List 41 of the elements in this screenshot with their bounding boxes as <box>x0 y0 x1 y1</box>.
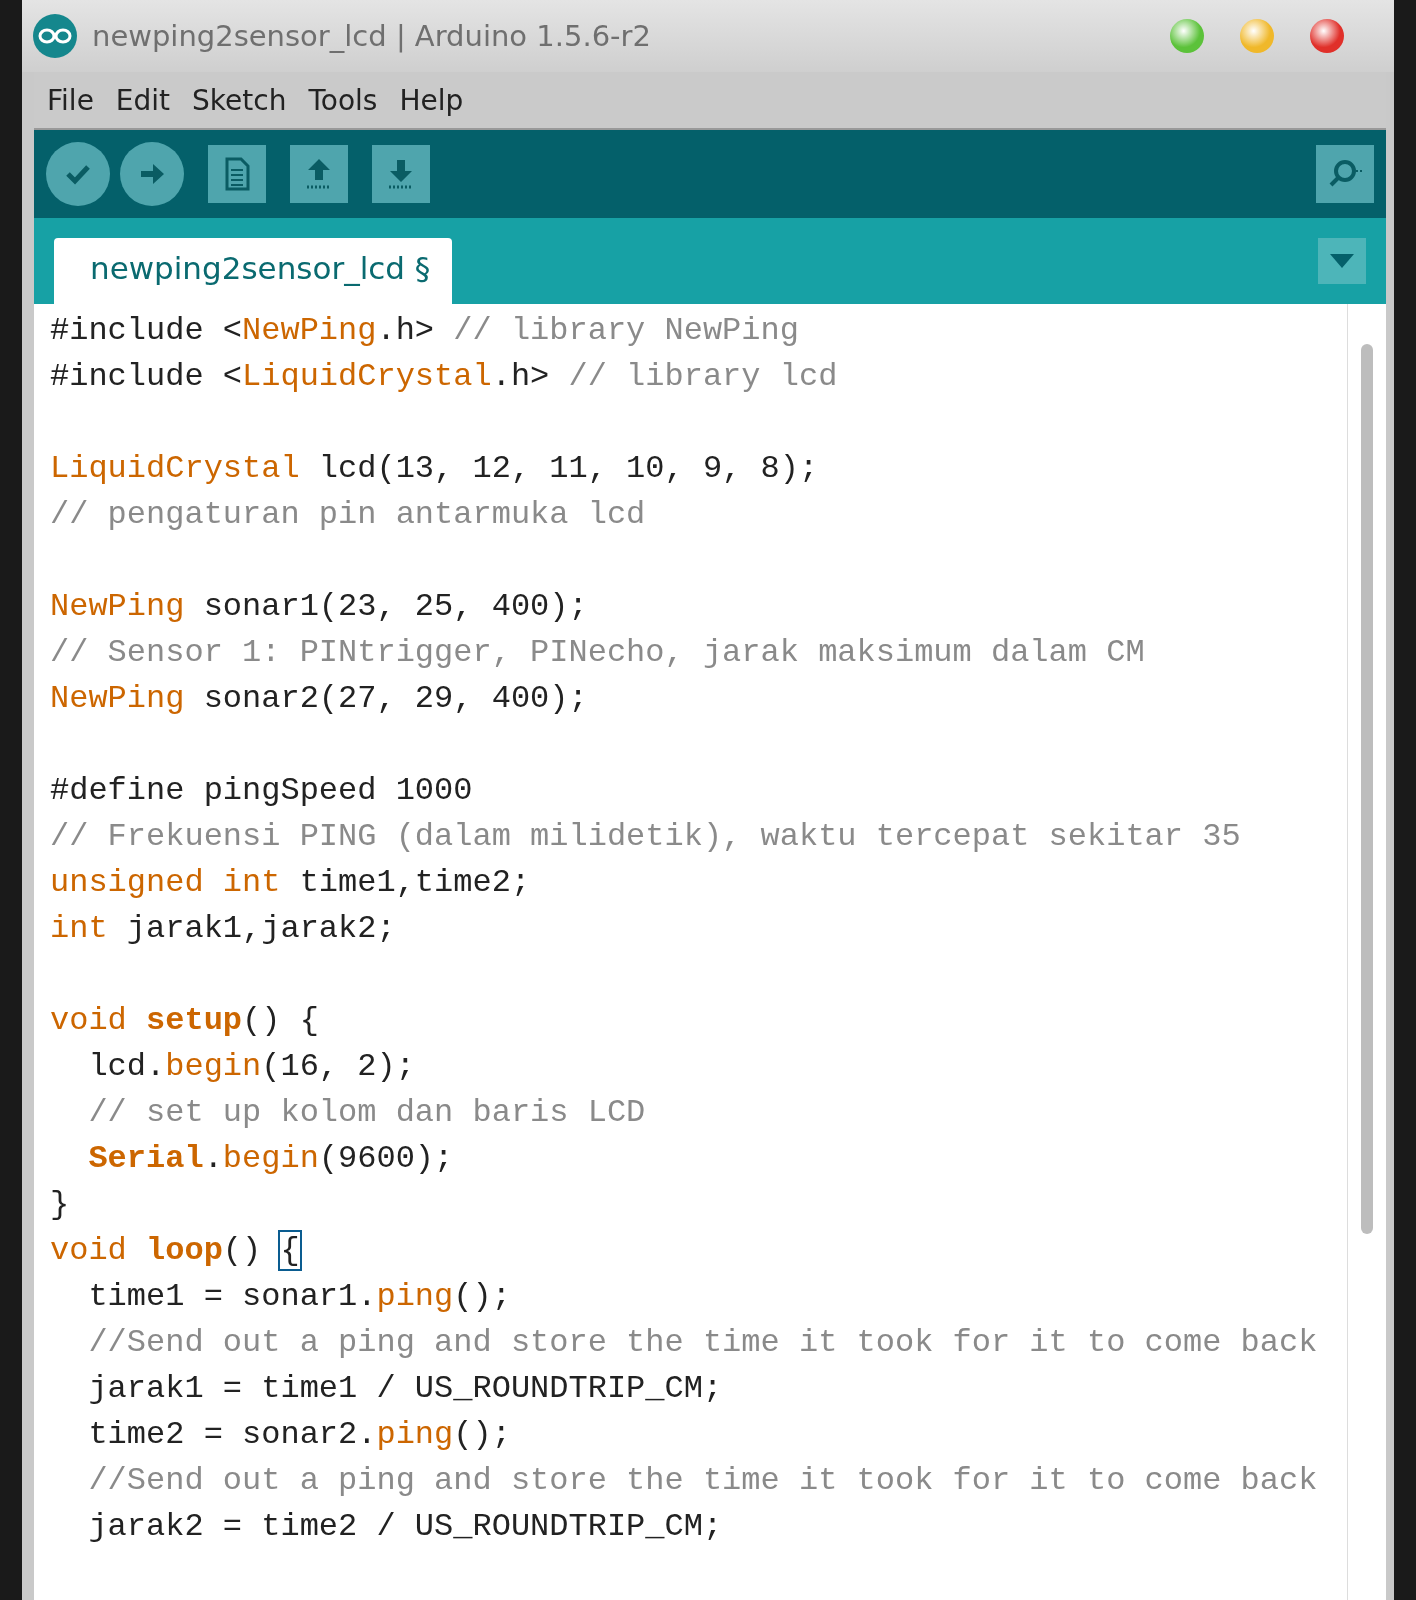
new-button[interactable] <box>208 145 266 203</box>
code-line: #define pingSpeed 1000 <box>50 771 474 811</box>
code-line: NewPing sonar1(23, 25, 400); <box>50 587 589 627</box>
tab-menu-button[interactable] <box>1318 238 1366 284</box>
code-line: LiquidCrystal lcd(13, 12, 11, 10, 9, 8); <box>50 449 820 489</box>
menu-item[interactable]: File <box>38 83 103 117</box>
save-button[interactable] <box>372 145 430 203</box>
code-line: jarak2 = time2 / US_ROUNDTRIP_CM; <box>87 1507 724 1547</box>
code-line: unsigned int time1,time2; <box>50 863 532 903</box>
serial-monitor-button[interactable] <box>1316 145 1374 203</box>
code-line: int jarak1,jarak2; <box>50 909 397 949</box>
code-line: jarak1 = time1 / US_ROUNDTRIP_CM; <box>87 1369 724 1409</box>
code-line: void loop() { <box>50 1231 301 1271</box>
menu-item[interactable]: Help <box>390 83 473 117</box>
window-control-button[interactable] <box>1240 19 1274 53</box>
menu-item[interactable]: Sketch <box>183 83 296 117</box>
code-line: void setup() { <box>50 1001 320 1041</box>
window-title: newping2sensor_lcd | Arduino 1.5.6-r2 <box>92 19 652 53</box>
code-line: //Send out a ping and store the time it took for it to come back <box>87 1323 1319 1363</box>
file-tab[interactable]: newping2sensor_lcd § <box>54 238 453 304</box>
code-line: NewPing sonar2(27, 29, 400); <box>50 679 589 719</box>
code-line: #include <NewPing.h> // library NewPing <box>50 311 800 351</box>
code-line: lcd.begin(16, 2); <box>87 1047 416 1087</box>
caret-icon <box>1330 254 1354 268</box>
infinity-logo-icon <box>32 13 78 59</box>
window-control-button[interactable] <box>1310 19 1344 53</box>
code-line: time2 = sonar2.ping(); <box>87 1415 512 1455</box>
code-line: Serial.begin(9600); <box>87 1139 455 1179</box>
scrollbar-thumb[interactable] <box>1361 344 1373 1234</box>
code-line: // set up kolom dan baris LCD <box>87 1093 647 1133</box>
code-line: #include <LiquidCrystal.h> // library lcd <box>50 357 839 397</box>
open-button[interactable] <box>290 145 348 203</box>
code-line: //Send out a ping and store the time it took for it to come back <box>87 1461 1319 1501</box>
code-line: time1 = sonar1.ping(); <box>87 1277 512 1317</box>
code-line: // pengaturan pin antarmuka lcd <box>50 495 647 535</box>
menu-item[interactable]: Edit <box>106 83 180 117</box>
code-line: // Frekuensi PING (dalam milidetik), waktu tercepat sekitar 35 <box>50 817 1242 857</box>
window-control-button[interactable] <box>1170 19 1204 53</box>
code-line: // Sensor 1: PINtrigger, PINecho, jarak maksimum dalam CM <box>50 633 1146 673</box>
code-line: } <box>50 1185 71 1225</box>
menu-item[interactable]: Tools <box>299 83 387 117</box>
